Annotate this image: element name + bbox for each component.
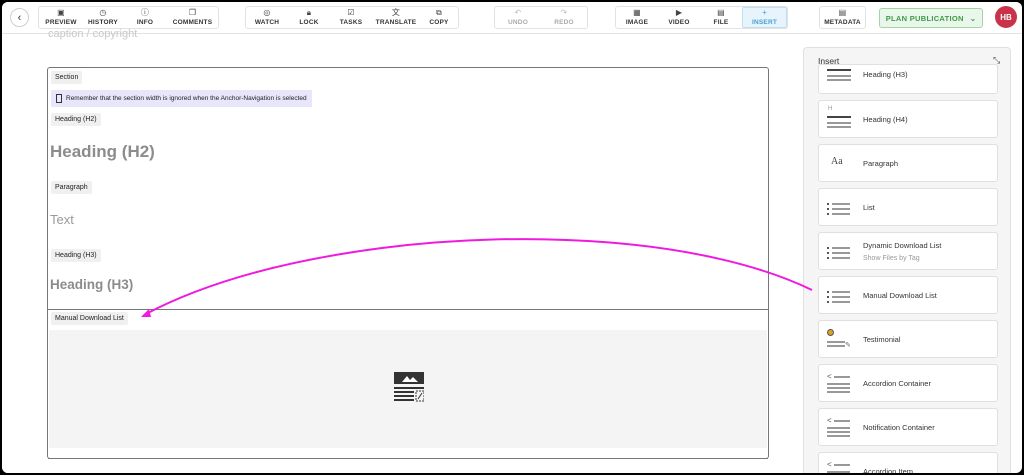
paragraph-text[interactable]: Text [50, 212, 74, 227]
h2-label: Heading (H2) [51, 113, 101, 126]
toolbar-group-history: ↶ UNDO ↷ REDO [494, 6, 588, 29]
mdl-placeholder-area[interactable] [49, 330, 767, 448]
app-window: ‹ ▣ PREVIEW ◷ HISTORY ⓘ INFO ❐ COMMENTS ◎ WAT… [2, 2, 1022, 473]
insert-item-accordion-container[interactable]: < Accordion Container [818, 364, 998, 402]
image-icon: ▦ [633, 8, 641, 17]
copy-icon: ⧉ [436, 8, 442, 17]
insert-item-paragraph[interactable]: Aa Paragraph [818, 144, 998, 182]
plus-icon: + [762, 8, 767, 17]
redo-icon: ↷ [560, 8, 568, 17]
section-label: Section [51, 71, 83, 84]
insert-item-sublabel: Show Files by Tag [863, 255, 920, 262]
preview-button[interactable]: ▣ PREVIEW [39, 7, 83, 28]
heading-icon [827, 67, 853, 89]
toolbar-group-media: ▦ IMAGE ▶ VIDEO ▤ FILE + INSERT [615, 6, 788, 29]
insert-item-label: Heading (H4) [863, 115, 908, 124]
comments-button[interactable]: ❐ COMMENTS [167, 7, 218, 28]
insert-item-dynamic-download-list[interactable]: Dynamic Download List Show Files by Tag [818, 232, 998, 270]
avatar[interactable]: HB [995, 6, 1017, 28]
translate-icon: 文 [391, 8, 401, 17]
insert-item-label: Accordion Item [863, 467, 914, 473]
list-icon [827, 285, 853, 307]
history-icon: ◷ [99, 8, 107, 17]
caption-text[interactable]: caption / copyright [48, 28, 137, 40]
insert-item-list[interactable]: List [818, 188, 998, 226]
back-button[interactable]: ‹ [10, 8, 29, 27]
accordion-icon: < [827, 372, 853, 395]
plan-publication-button[interactable]: PLAN PUBLICATION ⌄ [879, 8, 983, 28]
video-button[interactable]: ▶ VIDEO [658, 7, 700, 28]
insert-item-label: Manual Download List [863, 291, 937, 300]
metadata-icon: ▤ [838, 8, 847, 17]
copy-button[interactable]: ⧉ COPY [420, 7, 458, 28]
toolbar-group-tools: ◎ WATCH 🔒︎ LOCK ☑ TASKS 文 TRANSLATE ⧉ COPY [245, 6, 459, 29]
file-button[interactable]: ▤ FILE [700, 7, 742, 28]
download-list-placeholder-icon [394, 372, 424, 402]
watch-button[interactable]: ◎ WATCH [246, 7, 288, 28]
insert-item-label: List [863, 203, 875, 212]
toolbar-group-meta: ▤ METADATA [819, 6, 866, 29]
insert-item-notification-container[interactable]: < Notification Container [818, 408, 998, 446]
paragraph-icon: Aa [831, 156, 843, 167]
h3-label: Heading (H3) [51, 249, 101, 262]
insert-item-manual-download-list[interactable]: Manual Download List [818, 276, 998, 314]
metadata-button[interactable]: ▤ METADATA [820, 7, 865, 28]
info-icon: ⓘ [140, 8, 150, 17]
lock-button[interactable]: 🔒︎ LOCK [288, 7, 330, 28]
editor-canvas: caption / copyright Section Remember tha… [2, 28, 792, 473]
insert-item-label: Notification Container [863, 423, 935, 432]
section-note: Remember that the section width is ignor… [51, 90, 312, 107]
toolbar-group-view: ▣ PREVIEW ◷ HISTORY ⓘ INFO ❐ COMMENTS [38, 6, 219, 29]
accordion-icon: < [827, 460, 853, 473]
undo-icon: ↶ [514, 8, 522, 17]
tasks-icon: ☑ [347, 8, 355, 17]
video-icon: ▶ [675, 8, 683, 17]
insert-item-testimonial[interactable]: ✎ Testimonial [818, 320, 998, 358]
translate-button[interactable]: 文 TRANSLATE [372, 7, 420, 28]
image-button[interactable]: ▦ IMAGE [616, 7, 658, 28]
history-button[interactable]: ◷ HISTORY [83, 7, 123, 28]
testimonial-icon: ✎ [827, 329, 853, 351]
accordion-icon: < [827, 416, 853, 439]
toolbar: ‹ ▣ PREVIEW ◷ HISTORY ⓘ INFO ❐ COMMENTS ◎ WAT… [2, 2, 1022, 34]
chevron-left-icon: ‹ [17, 11, 22, 24]
mdl-label: Manual Download List [51, 312, 128, 325]
list-icon [827, 197, 853, 219]
insert-item-heading-h3[interactable]: Heading (H3) [818, 64, 998, 94]
section-block[interactable]: Section Remember that the section width … [47, 67, 769, 459]
insert-panel: Insert ⤡ Heading (H3) H Heading (H4) Aa Para… [803, 47, 1011, 473]
insert-item-label: Testimonial [863, 335, 901, 344]
comments-icon: ❐ [188, 8, 197, 17]
insert-button[interactable]: + INSERT [742, 7, 787, 28]
tasks-button[interactable]: ☑ TASKS [330, 7, 372, 28]
insert-item-label: Heading (H3) [863, 70, 908, 79]
manual-download-list-block[interactable]: Manual Download List [48, 309, 768, 459]
undo-button[interactable]: ↶ UNDO [495, 7, 541, 28]
insert-item-label: Accordion Container [863, 379, 931, 388]
info-box-icon [56, 94, 62, 103]
eye-slash-icon: ◎ [263, 8, 271, 17]
preview-icon: ▣ [57, 8, 65, 17]
insert-item-label: Paragraph [863, 159, 899, 168]
chevron-down-icon: ⌄ [969, 13, 977, 23]
insert-item-label: Dynamic Download List [863, 241, 942, 250]
heading-h3[interactable]: Heading (H3) [50, 277, 133, 292]
paragraph-label: Paragraph [51, 181, 92, 194]
heading-icon: H [827, 106, 853, 131]
heading-h2[interactable]: Heading (H2) [50, 142, 155, 162]
lock-icon: 🔒︎ [306, 8, 312, 17]
insert-item-accordion-item[interactable]: < Accordion Item [818, 452, 998, 473]
file-icon: ▤ [717, 8, 725, 17]
info-button[interactable]: ⓘ INFO [123, 7, 167, 28]
list-icon [827, 241, 853, 263]
redo-button[interactable]: ↷ REDO [541, 7, 587, 28]
insert-item-heading-h4[interactable]: H Heading (H4) [818, 100, 998, 138]
